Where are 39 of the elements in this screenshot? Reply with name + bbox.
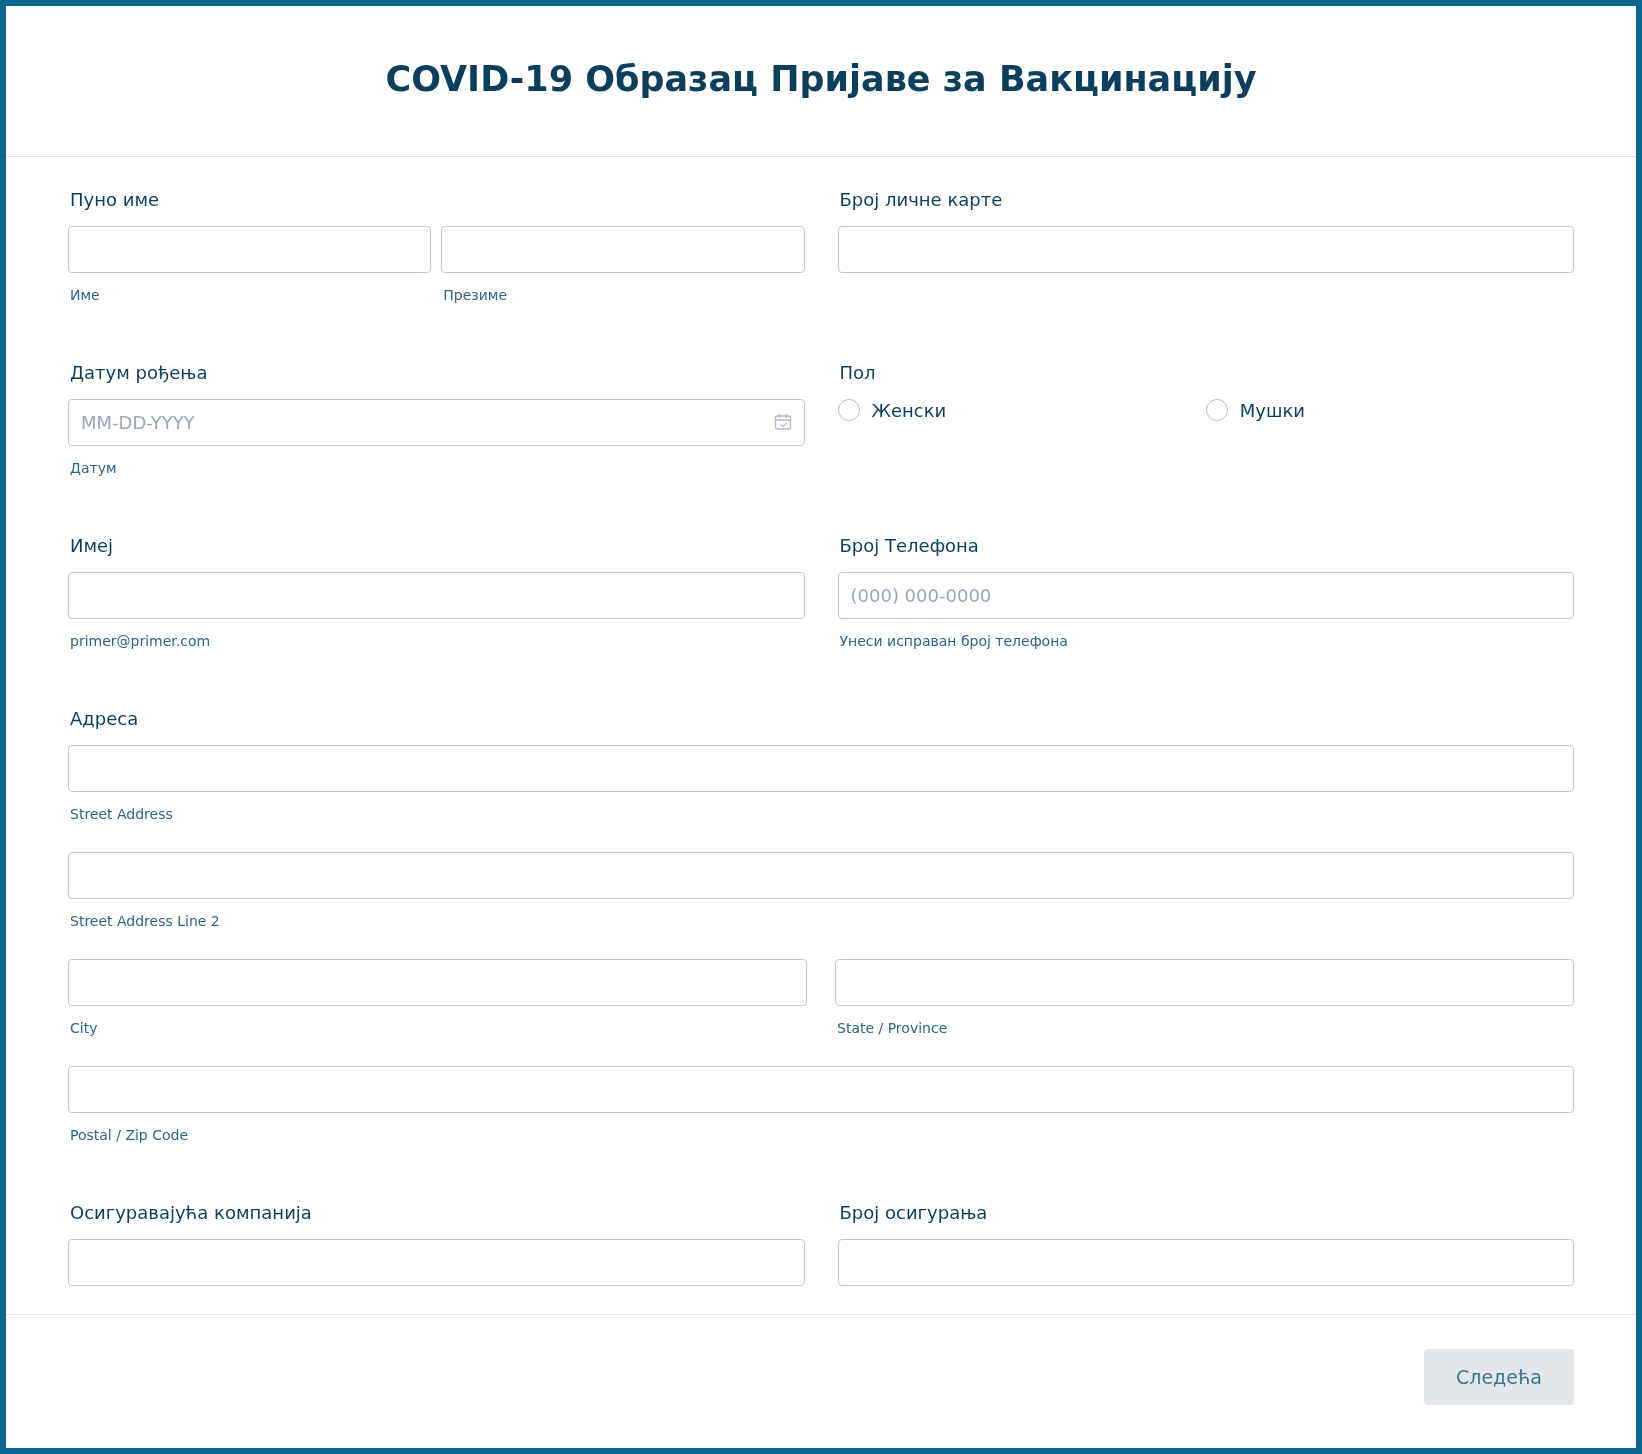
field-label: Осигуравајућа компанија (70, 1202, 313, 1224)
input-field[interactable] (68, 852, 1574, 899)
input-field[interactable] (68, 1239, 805, 1286)
field-hint: Street Address (69, 805, 174, 823)
field-label: Број осигурања (839, 1202, 989, 1224)
input-field[interactable] (837, 226, 1574, 273)
next-button[interactable]: Следећа (1424, 1349, 1574, 1405)
input-field[interactable] (68, 745, 1574, 792)
radio-option[interactable]: Женски (837, 399, 1206, 421)
radio-button[interactable] (837, 399, 860, 421)
field-hint: Име (69, 286, 101, 304)
field-hint: Датум (69, 459, 118, 477)
input-field[interactable] (68, 226, 432, 273)
field-hint: Street Address Line 2 (69, 912, 221, 930)
input-field[interactable] (837, 1239, 1574, 1286)
date-field[interactable]: MM-DD-YYYY (68, 399, 805, 446)
field-label: Број Телефона (839, 535, 980, 557)
input-field[interactable] (68, 959, 807, 1006)
field-hint: State / Province (836, 1019, 949, 1037)
field-label: Адреса (70, 708, 140, 730)
form-title: COVID-19 Образац Пријаве за Вакцинацију (385, 58, 1257, 101)
input-field[interactable] (835, 959, 1574, 1006)
field-label: Датум рођења (70, 362, 209, 384)
input-field[interactable] (441, 226, 805, 273)
field-label: Пуно име (70, 189, 161, 211)
field-hint: City (69, 1019, 99, 1037)
field-hint: primer@primer.com (69, 632, 212, 650)
radio-option[interactable]: Мушки (1205, 399, 1574, 421)
field-hint: Унеси исправан број телефона (838, 632, 1069, 650)
input-field[interactable] (68, 572, 805, 619)
field-hint: Postal / Zip Code (69, 1126, 190, 1144)
calendar-icon[interactable] (773, 413, 792, 431)
radio-button[interactable] (1205, 399, 1228, 421)
field-hint: Презиме (442, 286, 508, 304)
field-label: Пол (839, 362, 877, 384)
field-label: Имеј (70, 535, 115, 557)
input-field[interactable] (68, 1066, 1574, 1113)
field-label: Број личне карте (839, 189, 1004, 211)
input-field[interactable]: (000) 000-0000 (837, 572, 1574, 619)
